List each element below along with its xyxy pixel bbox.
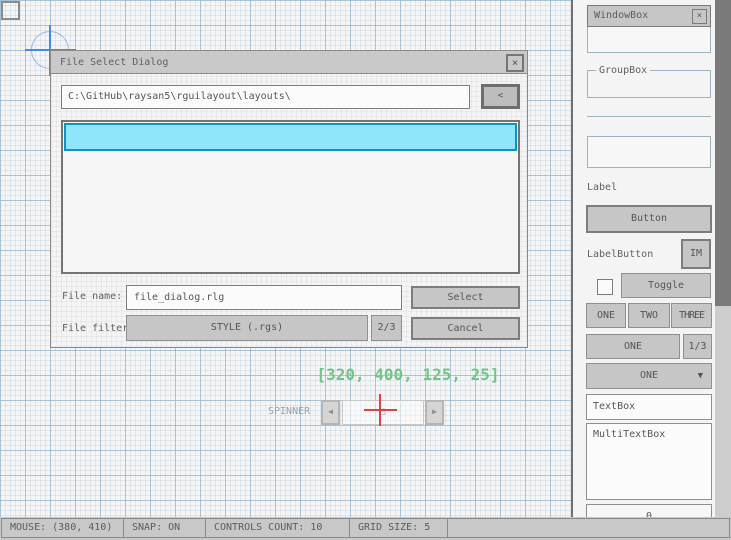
spinner-right-arrow-icon[interactable]: ▶ (425, 400, 444, 425)
close-icon[interactable]: × (506, 54, 524, 72)
palette-windowbox-body (587, 27, 711, 53)
select-button[interactable]: Select (411, 286, 520, 309)
status-mouse-position: MOUSE: (380, 410) (1, 518, 124, 538)
file-select-dialog-window[interactable]: File Select Dialog × C:\GitHub\raysan5\r… (50, 50, 528, 348)
palette-groupbox[interactable]: GroupBox (587, 70, 711, 98)
dialog-title: File Select Dialog (51, 51, 527, 74)
palette-label[interactable]: Label (587, 182, 617, 193)
status-controls-count: CONTROLS COUNT: 10 (205, 518, 350, 538)
palette-labelbutton[interactable]: LabelButton (587, 249, 653, 260)
palette-dropdownbox[interactable]: ONE ▼ (586, 363, 712, 389)
controls-palette-sidebar: WindowBox × GroupBox Label Button LabelB… (571, 0, 715, 517)
sidebar-scrollbar[interactable] (715, 0, 731, 517)
listview-selected-item[interactable] (64, 123, 517, 151)
palette-button[interactable]: Button (586, 205, 712, 233)
mouse-cursor-crosshair-v (379, 394, 381, 426)
palette-togglegroup-three[interactable]: THREE (671, 303, 712, 328)
palette-windowbox-titlebar: WindowBox × (587, 5, 711, 27)
palette-multitextbox[interactable]: MultiTextBox (586, 423, 712, 500)
palette-togglegroup-one[interactable]: ONE (586, 303, 626, 328)
palette-textbox[interactable]: TextBox (586, 394, 712, 420)
palette-valuebox[interactable]: 0 (586, 504, 712, 517)
palette-panel[interactable] (587, 136, 711, 168)
palette-toggle[interactable]: Toggle (621, 273, 711, 298)
scrollbar-thumb[interactable] (715, 0, 731, 306)
status-grid-size: GRID SIZE: 5 (349, 518, 448, 538)
palette-dropdown-value: ONE (640, 370, 658, 381)
file-filter-dropdown[interactable]: STYLE (.rgs) (126, 315, 368, 341)
file-name-label: File name: (62, 291, 122, 302)
palette-imagebutton[interactable]: IM (681, 239, 711, 269)
path-textbox[interactable]: C:\GitHub\raysan5\rguilayout\layouts\ (61, 85, 470, 109)
palette-windowbox[interactable]: WindowBox × (587, 5, 711, 53)
palette-togglegroup-two[interactable]: TWO (628, 303, 670, 328)
tracking-rect-coordinates: [320, 400, 125, 25] (310, 365, 506, 384)
palette-combobox[interactable]: ONE (586, 334, 680, 359)
palette-combobox-pages[interactable]: 1/3 (683, 334, 712, 359)
spinner-label: SPINNER (268, 406, 310, 417)
palette-windowbox-close-icon: × (692, 9, 707, 24)
status-bar: MOUSE: (380, 410) SNAP: ON CONTROLS COUN… (0, 517, 731, 540)
palette-checkbox[interactable] (597, 279, 613, 295)
back-button[interactable]: < (481, 84, 520, 109)
chevron-down-icon: ▼ (698, 364, 703, 388)
file-filter-label: File filter: (62, 323, 134, 334)
file-listview[interactable] (61, 120, 520, 274)
ref-window-anchor[interactable] (1, 1, 20, 20)
palette-line[interactable] (587, 116, 711, 117)
cancel-button[interactable]: Cancel (411, 317, 520, 340)
status-snap: SNAP: ON (123, 518, 206, 538)
palette-groupbox-label: GroupBox (596, 65, 650, 76)
file-name-input[interactable]: file_dialog.rlg (126, 285, 402, 310)
dialog-titlebar[interactable]: File Select Dialog × (51, 51, 527, 74)
status-segment-empty (447, 518, 730, 538)
spinner-left-arrow-icon[interactable]: ◀ (321, 400, 340, 425)
filter-pages-indicator: 2/3 (371, 315, 402, 341)
